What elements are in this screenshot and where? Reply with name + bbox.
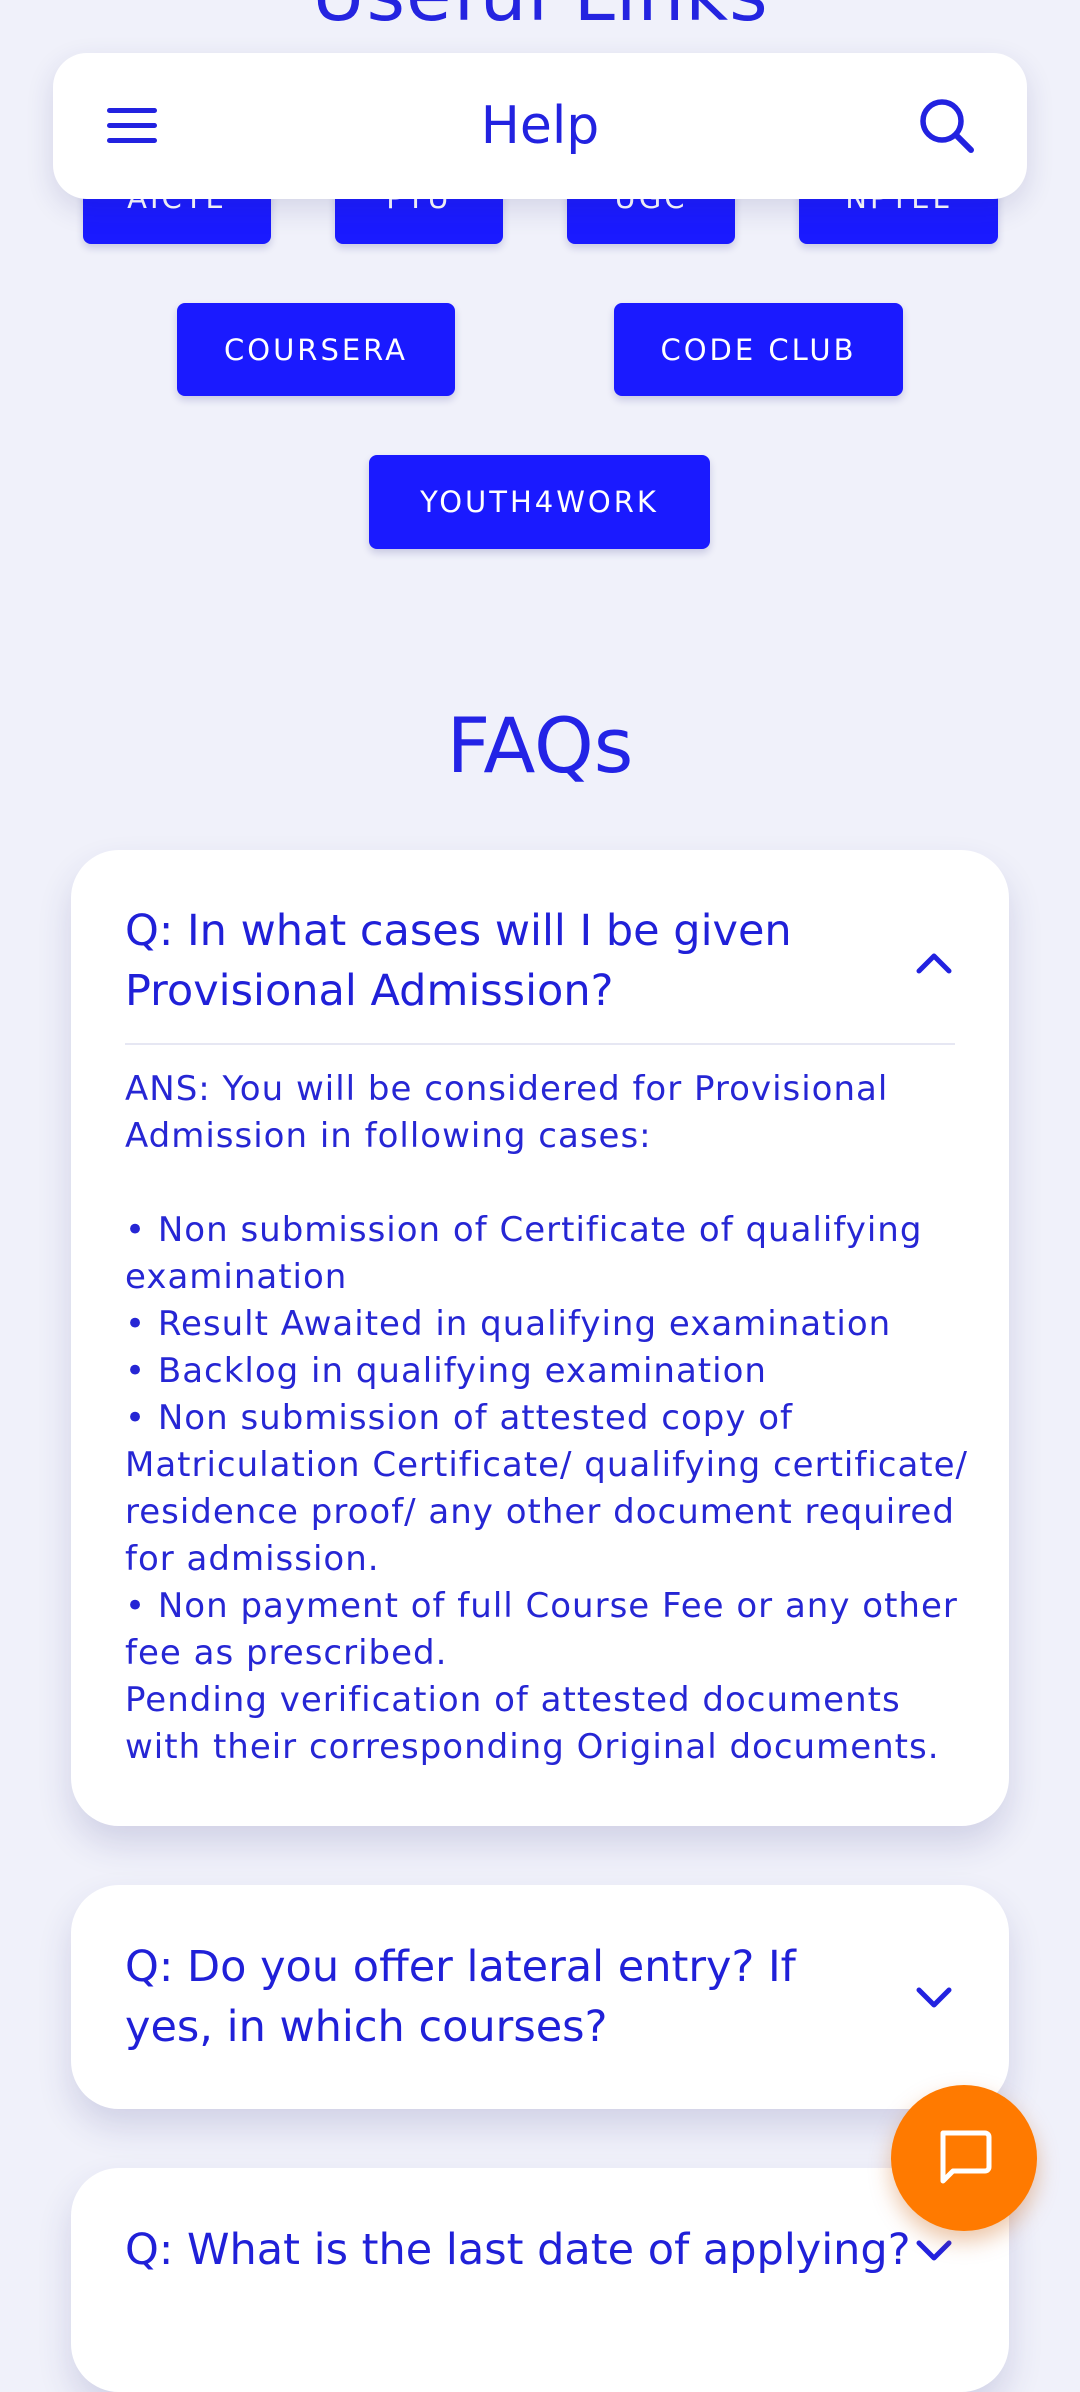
answer-line: • Non submission of attested copy of Mat…: [125, 1398, 969, 1579]
chat-fab-button[interactable]: [891, 2085, 1037, 2231]
chevron-up-icon[interactable]: [909, 938, 959, 988]
chat-icon: [935, 2127, 993, 2189]
answer-line: • Result Awaited in qualifying examinati…: [125, 1304, 892, 1344]
app-bar: Help: [53, 53, 1027, 199]
faq-question[interactable]: Q: In what cases will I be given Provisi…: [125, 901, 865, 1021]
faq-card[interactable]: Q: What is the last date of applying?: [71, 2168, 1009, 2392]
hamburger-menu-icon[interactable]: [101, 94, 165, 158]
search-icon[interactable]: [915, 94, 979, 158]
answer-spacer: [125, 1160, 975, 1207]
faq-answer: ANS: You will be considered for Provisio…: [125, 1066, 975, 1771]
link-code-club-button[interactable]: CODE CLUB: [614, 303, 903, 396]
faq-card[interactable]: Q: Do you offer lateral entry? If yes, i…: [71, 1885, 1009, 2109]
chevron-down-icon[interactable]: [909, 1973, 959, 2023]
page-title: Help: [480, 96, 600, 156]
answer-line: • Non submission of Certificate of quali…: [125, 1210, 923, 1297]
answer-line: • Non payment of full Course Fee or any …: [125, 1586, 958, 1673]
faqs-title: FAQs: [446, 701, 634, 790]
faq-question[interactable]: Q: What is the last date of applying?: [125, 2220, 925, 2280]
useful-links-title: Useful Links: [0, 0, 1080, 32]
faq-question[interactable]: Q: Do you offer lateral entry? If yes, i…: [125, 1937, 865, 2057]
link-youth4work-button[interactable]: YOUTH4WORK: [369, 455, 710, 549]
answer-line: Pending verification of attested documen…: [125, 1680, 940, 1767]
faq-card: Q: In what cases will I be given Provisi…: [71, 850, 1009, 1826]
faq-divider: [125, 1043, 955, 1045]
answer-intro: ANS: You will be considered for Provisio…: [125, 1069, 889, 1156]
link-coursera-button[interactable]: COURSERA: [177, 303, 455, 396]
answer-line: • Backlog in qualifying examination: [125, 1351, 767, 1391]
chevron-down-icon[interactable]: [909, 2226, 959, 2276]
